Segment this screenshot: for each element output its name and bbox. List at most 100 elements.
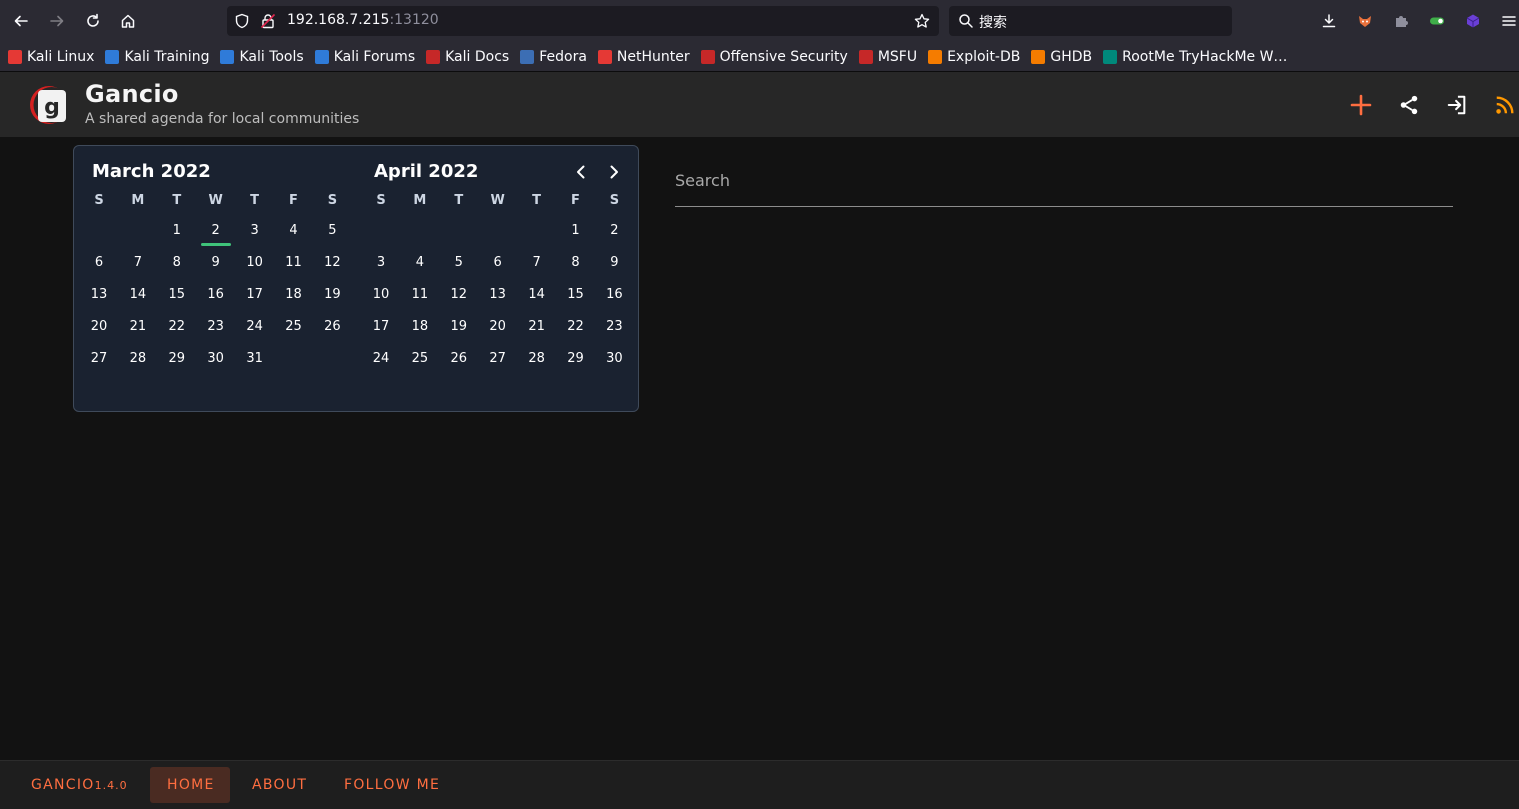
calendar-day[interactable]: 31 <box>240 351 270 366</box>
login-button[interactable] <box>1444 92 1470 118</box>
search-bar[interactable]: 搜索 <box>949 6 1232 36</box>
calendar-day[interactable]: 19 <box>317 287 347 302</box>
calendar-day[interactable]: 22 <box>162 319 192 334</box>
calendar-day[interactable]: 11 <box>279 255 309 270</box>
calendar-day[interactable]: 15 <box>162 287 192 302</box>
bookmark-item[interactable]: Kali Tools <box>220 49 304 65</box>
calendar-day[interactable]: 8 <box>561 255 591 270</box>
calendar-day[interactable]: 14 <box>123 287 153 302</box>
calendar-day[interactable]: 17 <box>240 287 270 302</box>
calendar-day[interactable]: 15 <box>561 287 591 302</box>
reload-button[interactable] <box>75 3 111 39</box>
calendar-day[interactable]: 5 <box>444 255 474 270</box>
calendar-day[interactable]: 9 <box>201 255 231 270</box>
footer-home-link[interactable]: HOME <box>167 777 215 793</box>
footer-brand-link[interactable]: GANCIO1.4.0 <box>31 777 128 793</box>
calendar-day[interactable]: 10 <box>366 287 396 302</box>
calendar-day[interactable]: 7 <box>123 255 153 270</box>
bookmark-item[interactable]: GHDB <box>1031 49 1092 65</box>
calendar-day[interactable]: 6 <box>84 255 114 270</box>
calendar-next-button[interactable] <box>604 162 624 182</box>
forward-button[interactable] <box>39 3 75 39</box>
calendar-day[interactable]: 10 <box>240 255 270 270</box>
calendar-day[interactable]: 27 <box>84 351 114 366</box>
add-event-button[interactable] <box>1348 92 1374 118</box>
calendar-day[interactable]: 13 <box>84 287 114 302</box>
insecure-lock-icon[interactable] <box>260 13 276 29</box>
calendar-day[interactable]: 23 <box>201 319 231 334</box>
calendar-day[interactable]: 16 <box>201 287 231 302</box>
calendar-day[interactable]: 21 <box>522 319 552 334</box>
bookmark-item[interactable]: Exploit-DB <box>928 49 1020 65</box>
extension-foxyproxy-button[interactable] <box>1347 3 1383 39</box>
calendar-day[interactable]: 2 <box>201 223 231 238</box>
calendar-day[interactable]: 30 <box>201 351 231 366</box>
calendar-day[interactable]: 13 <box>483 287 513 302</box>
calendar-day[interactable]: 17 <box>366 319 396 334</box>
calendar-day[interactable]: 18 <box>279 287 309 302</box>
calendar-day[interactable]: 7 <box>522 255 552 270</box>
calendar-day[interactable]: 24 <box>366 351 396 366</box>
gancio-logo[interactable]: g <box>28 84 70 126</box>
app-menu-button[interactable] <box>1491 3 1519 39</box>
calendar-day[interactable]: 8 <box>162 255 192 270</box>
calendar-day[interactable]: 9 <box>599 255 629 270</box>
bookmark-item[interactable]: RootMe TryHackMe W… <box>1103 49 1287 65</box>
calendar-day[interactable]: 6 <box>483 255 513 270</box>
calendar-day[interactable]: 11 <box>405 287 435 302</box>
calendar-day[interactable]: 1 <box>561 223 591 238</box>
calendar-day[interactable]: 4 <box>279 223 309 238</box>
rss-feed-button[interactable] <box>1492 92 1518 118</box>
bookmark-item[interactable]: Kali Training <box>105 49 209 65</box>
search-input[interactable]: Search <box>675 171 730 190</box>
calendar-day[interactable]: 4 <box>405 255 435 270</box>
calendar-day[interactable]: 29 <box>561 351 591 366</box>
calendar-day[interactable]: 23 <box>599 319 629 334</box>
calendar-day[interactable]: 12 <box>317 255 347 270</box>
bookmark-star-icon[interactable] <box>914 13 930 29</box>
calendar-day[interactable]: 22 <box>561 319 591 334</box>
calendar-day[interactable]: 30 <box>599 351 629 366</box>
calendar-day[interactable]: 26 <box>317 319 347 334</box>
app-title[interactable]: Gancio <box>85 80 179 108</box>
back-button[interactable] <box>3 3 39 39</box>
downloads-button[interactable] <box>1311 3 1347 39</box>
calendar-day[interactable]: 21 <box>123 319 153 334</box>
calendar-day[interactable]: 27 <box>483 351 513 366</box>
calendar-day[interactable]: 14 <box>522 287 552 302</box>
calendar-day[interactable]: 28 <box>522 351 552 366</box>
calendar-day[interactable]: 5 <box>317 223 347 238</box>
extension-wappalyzer-button[interactable] <box>1419 3 1455 39</box>
calendar-day[interactable]: 3 <box>366 255 396 270</box>
calendar-day[interactable]: 3 <box>240 223 270 238</box>
calendar-day[interactable]: 28 <box>123 351 153 366</box>
home-button[interactable] <box>110 3 146 39</box>
calendar-day[interactable]: 16 <box>599 287 629 302</box>
bookmark-item[interactable]: Kali Forums <box>314 49 415 65</box>
calendar-day[interactable]: 20 <box>84 319 114 334</box>
bookmark-item[interactable]: NetHunter <box>597 49 690 65</box>
shield-icon[interactable] <box>234 13 250 29</box>
calendar-day[interactable]: 1 <box>162 223 192 238</box>
bookmark-item[interactable]: Fedora <box>520 49 587 65</box>
calendar-day[interactable]: 25 <box>279 319 309 334</box>
calendar-day[interactable]: 2 <box>599 223 629 238</box>
calendar-day[interactable]: 25 <box>405 351 435 366</box>
footer-about-link[interactable]: ABOUT <box>252 777 307 793</box>
calendar-day[interactable]: 29 <box>162 351 192 366</box>
calendar-day[interactable]: 24 <box>240 319 270 334</box>
calendar-day[interactable]: 19 <box>444 319 474 334</box>
bookmark-item[interactable]: Offensive Security <box>700 49 848 65</box>
bookmark-item[interactable]: Kali Docs <box>426 49 509 65</box>
calendar-day[interactable]: 26 <box>444 351 474 366</box>
footer-follow-link[interactable]: FOLLOW ME <box>344 777 440 793</box>
calendar-day[interactable]: 18 <box>405 319 435 334</box>
calendar-prev-button[interactable] <box>571 162 591 182</box>
bookmark-item[interactable]: Kali Linux <box>8 49 94 65</box>
calendar-day[interactable]: 20 <box>483 319 513 334</box>
bookmark-item[interactable]: MSFU <box>858 49 917 65</box>
calendar-day[interactable]: 12 <box>444 287 474 302</box>
url-bar[interactable]: 192.168.7.215:13120 <box>227 6 939 36</box>
extension-puzzle-button[interactable] <box>1383 3 1419 39</box>
extension-hackbar-button[interactable] <box>1455 3 1491 39</box>
